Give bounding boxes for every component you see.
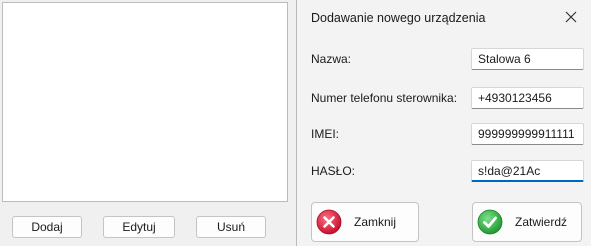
- cancel-button-label: Zamknij: [354, 215, 397, 229]
- edit-button-label: Edytuj: [122, 220, 156, 234]
- name-label: Nazwa:: [311, 52, 352, 66]
- password-input[interactable]: [471, 160, 584, 182]
- confirm-button-label: Zatwierdź: [515, 215, 568, 229]
- remove-button-label: Usuń: [216, 220, 245, 234]
- close-circle-icon: [316, 209, 342, 235]
- check-circle-icon: [477, 209, 503, 235]
- close-icon: [565, 11, 577, 23]
- phone-label: Numer telefonu sterownika:: [311, 91, 458, 105]
- confirm-button[interactable]: Zatwierdź: [472, 202, 582, 242]
- password-label: HASŁO:: [311, 164, 356, 178]
- dialog-close-button[interactable]: [551, 0, 591, 34]
- add-button[interactable]: Dodaj: [12, 216, 82, 238]
- phone-input[interactable]: [471, 87, 584, 109]
- name-input[interactable]: [471, 48, 584, 70]
- imei-label: IMEI:: [311, 127, 340, 141]
- edit-button[interactable]: Edytuj: [103, 216, 175, 238]
- device-list[interactable]: [2, 2, 288, 202]
- cancel-button[interactable]: Zamknij: [311, 202, 419, 242]
- imei-input[interactable]: [471, 123, 584, 145]
- add-device-dialog: Dodawanie nowego urządzenia Nazwa: Numer…: [296, 0, 591, 246]
- add-button-label: Dodaj: [31, 220, 63, 234]
- remove-button[interactable]: Usuń: [196, 216, 266, 238]
- dialog-title: Dodawanie nowego urządzenia: [311, 11, 486, 25]
